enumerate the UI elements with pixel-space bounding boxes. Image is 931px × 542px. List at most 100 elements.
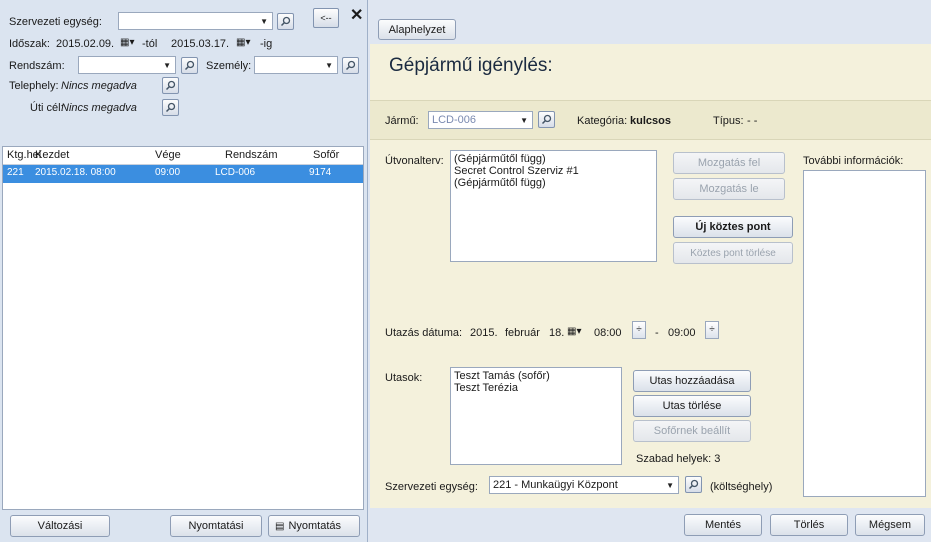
calendar-icon[interactable]: ▦▾: [567, 326, 581, 337]
date-to-value[interactable]: 2015.03.17.: [171, 38, 229, 50]
org-search-button[interactable]: [685, 476, 702, 493]
period-label: Időszak:: [9, 38, 50, 50]
plate-search-button[interactable]: [181, 57, 198, 74]
route-label: Útvonalterv:: [385, 155, 444, 167]
org-unit-combo[interactable]: ▼: [118, 12, 273, 30]
chevron-down-icon: ▼: [325, 61, 333, 70]
travel-date-label: Utazás dátuma:: [385, 327, 463, 339]
table-cell: 221: [7, 167, 24, 178]
site-search-button[interactable]: [162, 77, 179, 94]
delete-waypoint-button[interactable]: Köztes pont törlése: [673, 242, 793, 264]
destination-value: Nincs megadva: [61, 102, 137, 114]
chevron-down-icon: ▼: [520, 116, 528, 125]
from-suffix: -tól: [142, 38, 158, 50]
plate-combo[interactable]: ▼: [78, 56, 176, 74]
category-value: kulcsos: [630, 115, 671, 127]
column-header[interactable]: Sofőr: [313, 149, 339, 161]
vehicle-label: Jármű:: [385, 115, 419, 127]
type-label: Típus:: [713, 115, 744, 127]
print-list-button[interactable]: Nyomtatási: [170, 515, 262, 537]
search-icon: [688, 479, 699, 490]
cost-center-note: (költséghely): [710, 481, 773, 493]
vehicle-search-button[interactable]: [538, 111, 555, 128]
filter-panel: Szervezeti egység: ▼ <-- ✕ Időszak: 2015…: [0, 0, 368, 542]
table-cell: 2015.02.18. 08:00: [35, 167, 116, 178]
org-label: Szervezeti egység:: [385, 481, 478, 493]
new-waypoint-button[interactable]: Új köztes pont: [673, 216, 793, 238]
column-header[interactable]: Kezdet: [35, 149, 69, 161]
org-combo[interactable]: 221 - Munkaügyi Központ ▼: [489, 476, 679, 494]
table-header: Ktg.hel Kezdet Vége Rendszám Sofőr: [3, 147, 363, 165]
date-from-value[interactable]: 2015.02.09.: [56, 38, 114, 50]
table-row[interactable]: 221 2015.02.18. 08:00 09:00 LCD-006 9174: [3, 165, 363, 183]
column-header[interactable]: Rendszám: [225, 149, 278, 161]
time-to-spinner[interactable]: ÷: [705, 321, 719, 339]
passengers-label: Utasok:: [385, 372, 423, 384]
back-arrow-icon: <--: [320, 13, 332, 23]
add-passenger-button[interactable]: Utas hozzáadása: [633, 370, 751, 392]
plate-label: Rendszám:: [9, 60, 65, 72]
search-icon: [280, 16, 291, 27]
move-down-button[interactable]: Mozgatás le: [673, 178, 785, 200]
changes-button[interactable]: Változási: [10, 515, 110, 537]
set-driver-button[interactable]: Sofőrnek beállít: [633, 420, 751, 442]
route-list[interactable]: (Gépjárműtől függ) Secret Control Szervi…: [450, 150, 657, 262]
time-from-spinner[interactable]: ÷: [632, 321, 646, 339]
search-icon: [345, 60, 356, 71]
site-label: Telephely:: [9, 80, 59, 92]
travel-year[interactable]: 2015.: [470, 327, 498, 339]
list-item[interactable]: (Gépjárműtől függ): [454, 177, 653, 189]
destination-search-button[interactable]: [162, 99, 179, 116]
move-up-button[interactable]: Mozgatás fel: [673, 152, 785, 174]
destination-label: Úti cél:: [30, 102, 64, 114]
person-combo[interactable]: ▼: [254, 56, 338, 74]
more-info-label: További információk:: [803, 155, 904, 167]
reset-button[interactable]: Alaphelyzet: [378, 19, 456, 40]
printer-icon: ▤: [275, 520, 285, 532]
table-cell: 09:00: [155, 167, 181, 178]
requests-table[interactable]: Ktg.hel Kezdet Vége Rendszám Sofőr 221 2…: [2, 146, 364, 510]
free-seats: Szabad helyek: 3: [636, 453, 721, 465]
more-info-textarea[interactable]: [803, 170, 926, 497]
chevron-down-icon: ▼: [163, 61, 171, 70]
close-icon[interactable]: ✕: [350, 5, 363, 25]
calendar-icon[interactable]: ▦▾: [120, 37, 134, 48]
list-item[interactable]: (Gépjárműtől függ): [454, 153, 653, 165]
search-icon: [541, 114, 552, 125]
site-value: Nincs megadva: [61, 80, 137, 92]
chevron-down-icon: ▼: [260, 17, 268, 26]
travel-day[interactable]: 18.: [549, 327, 564, 339]
remove-passenger-button[interactable]: Utas törlése: [633, 395, 751, 417]
table-cell: 9174: [309, 167, 332, 178]
person-search-button[interactable]: [342, 57, 359, 74]
travel-month[interactable]: február: [505, 327, 540, 339]
category-label: Kategória:: [577, 115, 628, 127]
page-title: Gépjármű igénylés:: [389, 55, 553, 76]
time-from[interactable]: 08:00: [594, 327, 622, 339]
print-button-label: Nyomtatás: [288, 520, 342, 532]
delete-button[interactable]: Törlés: [770, 514, 848, 536]
org-unit-label: Szervezeti egység:: [9, 16, 102, 28]
search-icon: [165, 102, 176, 113]
save-button[interactable]: Mentés: [684, 514, 762, 536]
search-icon: [184, 60, 195, 71]
list-item[interactable]: Secret Control Szerviz #1: [454, 165, 653, 177]
passengers-list[interactable]: Teszt Tamás (sofőr) Teszt Terézia: [450, 367, 622, 465]
person-label: Személy:: [206, 60, 252, 72]
column-header[interactable]: Vége: [155, 149, 181, 161]
chevron-down-icon: ▼: [666, 481, 674, 490]
search-icon: [165, 80, 176, 91]
table-cell: LCD-006: [215, 167, 256, 178]
calendar-icon[interactable]: ▦▾: [236, 37, 250, 48]
vehicle-combo[interactable]: LCD-006 ▼: [428, 111, 533, 129]
time-to[interactable]: 09:00: [668, 327, 696, 339]
org-unit-search-button[interactable]: [277, 13, 294, 30]
print-button[interactable]: ▤ Nyomtatás: [268, 515, 360, 537]
to-suffix: -ig: [260, 38, 273, 50]
back-button[interactable]: <--: [313, 8, 339, 28]
type-value: - -: [747, 115, 758, 127]
list-item[interactable]: Teszt Terézia: [454, 382, 618, 394]
list-item[interactable]: Teszt Tamás (sofőr): [454, 370, 618, 382]
cancel-button[interactable]: Mégsem: [855, 514, 925, 536]
time-separator: -: [655, 327, 659, 339]
